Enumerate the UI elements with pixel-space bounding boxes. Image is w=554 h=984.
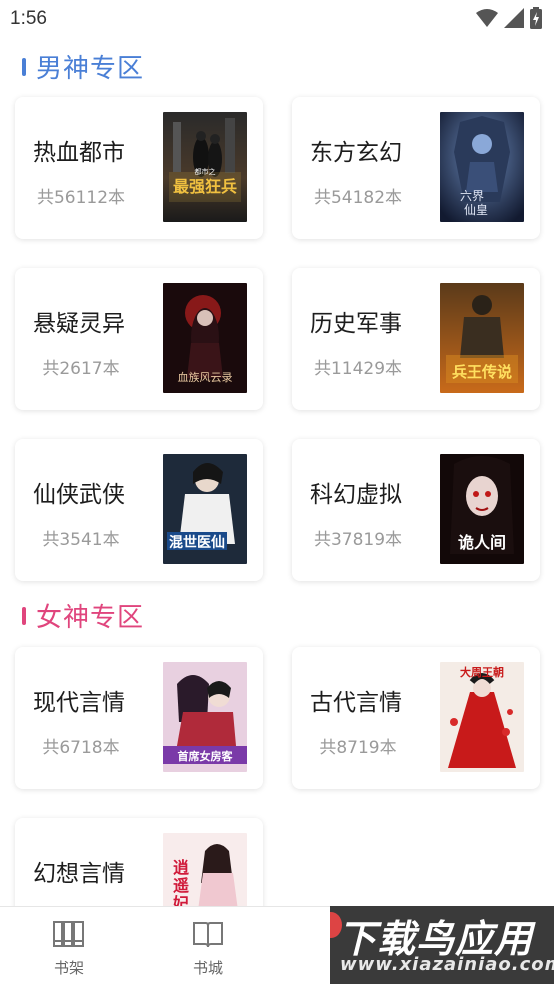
- section-title: 男神专区: [36, 54, 145, 84]
- nav-label: 书架: [53, 959, 84, 977]
- status-time: 1:56: [10, 8, 47, 29]
- battery-icon: [530, 7, 542, 29]
- nav-bookshelf[interactable]: 书架: [29, 919, 109, 978]
- nav-label: 书城: [192, 959, 223, 977]
- category-card-scifi[interactable]: 科幻虚拟 共37819本 诡人间: [292, 439, 540, 581]
- nav-bookstore[interactable]: 书城: [168, 919, 248, 978]
- category-count: 共54182本: [313, 188, 403, 208]
- category-name: 东方玄幻: [310, 140, 402, 166]
- book-cover-image: 大周王朝: [440, 662, 524, 772]
- category-name: 古代言情: [310, 690, 402, 716]
- category-count: 共6718本: [42, 738, 120, 758]
- category-name: 悬疑灵异: [33, 311, 125, 337]
- bookshelf-icon: [53, 921, 84, 947]
- category-card-ancient-romance[interactable]: 古代言情 共8719本 大周王朝: [292, 647, 540, 789]
- category-name: 热血都市: [33, 140, 125, 166]
- svg-text:仙皇: 仙皇: [464, 203, 488, 217]
- category-card-fantasy[interactable]: 东方玄幻 共54182本 六界 仙皇: [292, 97, 540, 239]
- book-cover-image: 六界 仙皇: [440, 112, 524, 222]
- book-cover-image: 诡人间: [440, 454, 524, 564]
- category-count: 共37819本: [313, 530, 403, 550]
- category-count: 共3541本: [42, 530, 120, 550]
- book-cover-image: 血族风云录: [163, 283, 247, 393]
- svg-text:逍: 逍: [173, 858, 189, 877]
- category-count: 共2617本: [42, 359, 120, 379]
- section-title: 女神专区: [36, 603, 145, 633]
- svg-text:首席女房客: 首席女房客: [178, 749, 234, 763]
- category-name: 科幻虚拟: [310, 482, 402, 508]
- svg-text:最强狂兵: 最强狂兵: [173, 177, 237, 196]
- category-name: 历史军事: [310, 311, 402, 337]
- category-count: 共56112本: [36, 188, 126, 208]
- section-accent-bar: [22, 57, 26, 76]
- watermark-logo: 下载鸟应用 www.xiazainiao.com: [330, 906, 554, 984]
- category-card-urban[interactable]: 热血都市 共56112本 最强狂兵 都市之: [15, 97, 263, 239]
- section-accent-bar: [22, 606, 26, 625]
- bookstore-icon: [193, 922, 223, 948]
- svg-text:遥: 遥: [173, 876, 189, 895]
- category-count: 共8719本: [319, 738, 397, 758]
- category-name: 幻想言情: [33, 861, 125, 887]
- svg-text:大周王朝: 大周王朝: [460, 665, 504, 679]
- section-header-female: 女神专区: [22, 597, 144, 634]
- svg-text:混世医仙: 混世医仙: [169, 534, 225, 551]
- svg-text:诡人间: 诡人间: [458, 533, 506, 552]
- book-cover-image: 最强狂兵 都市之: [163, 112, 247, 222]
- signal-icon: [504, 8, 524, 28]
- category-card-mystery[interactable]: 悬疑灵异 共2617本 血族风云录: [15, 268, 263, 410]
- book-cover-image: 混世医仙: [163, 454, 247, 564]
- status-icons: [476, 7, 542, 29]
- svg-text:兵王传说: 兵王传说: [452, 363, 512, 381]
- book-cover-image: 首席女房客: [163, 662, 247, 772]
- category-count: 共11429本: [313, 359, 403, 379]
- wifi-icon: [476, 9, 498, 27]
- svg-text:都市之: 都市之: [195, 167, 216, 176]
- category-card-modern-romance[interactable]: 现代言情 共6718本 首席女房客: [15, 647, 263, 789]
- book-cover-image: 兵王传说: [440, 283, 524, 393]
- section-header-male: 男神专区: [22, 48, 144, 85]
- status-bar: 1:56: [0, 0, 554, 38]
- category-card-history[interactable]: 历史军事 共11429本 兵王传说: [292, 268, 540, 410]
- category-name: 仙侠武侠: [33, 482, 125, 508]
- svg-text:血族风云录: 血族风云录: [178, 370, 233, 384]
- watermark-url: www.xiazainiao.com: [340, 954, 554, 975]
- category-card-xianxia[interactable]: 仙侠武侠 共3541本 混世医仙: [15, 439, 263, 581]
- category-name: 现代言情: [33, 690, 125, 716]
- svg-text:六界: 六界: [460, 189, 484, 203]
